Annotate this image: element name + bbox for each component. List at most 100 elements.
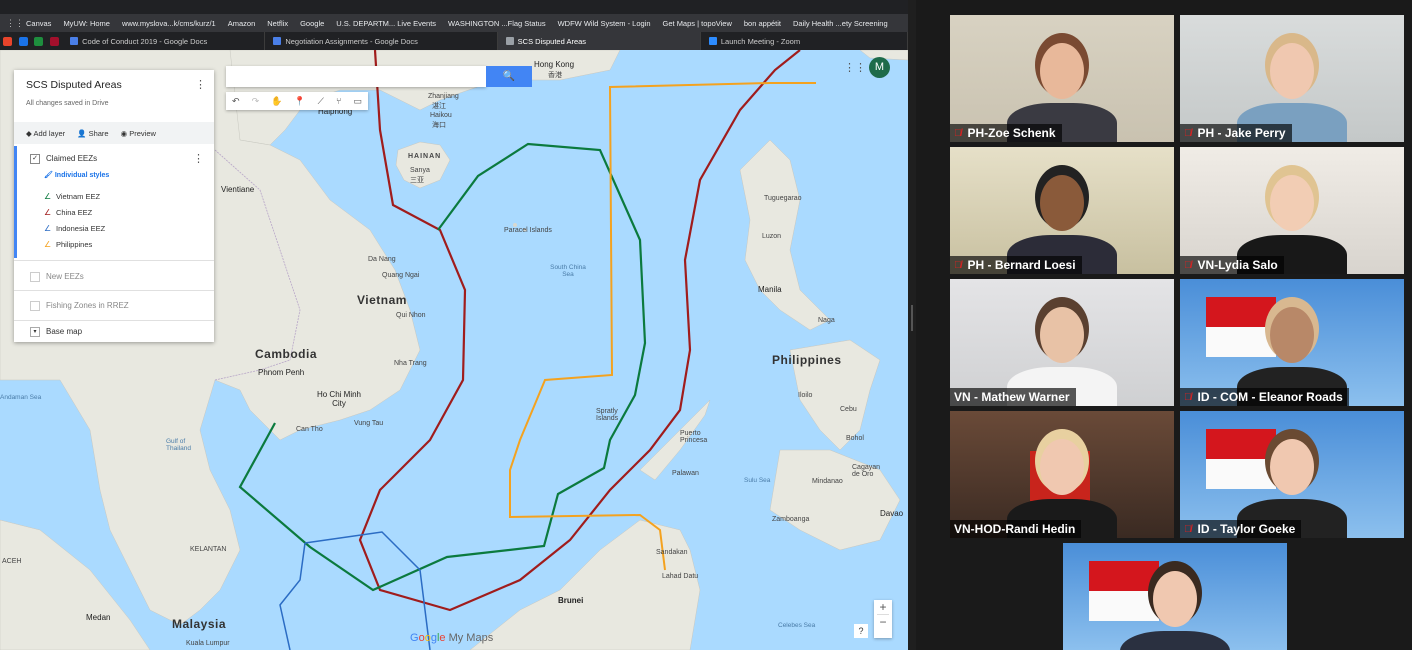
more-options-icon[interactable]: ⋮ bbox=[195, 78, 206, 91]
divider bbox=[14, 320, 214, 321]
label-spratly: Spratly Islands bbox=[596, 408, 619, 422]
apps-grid-icon[interactable]: ⋮⋮ bbox=[6, 18, 24, 29]
participant-name-label: VN - Mathew Warner bbox=[950, 388, 1076, 406]
preview-button[interactable]: ◉ Preview bbox=[121, 129, 156, 138]
participant-face bbox=[1270, 175, 1314, 231]
label-kelantan: KELANTAN bbox=[190, 546, 227, 553]
help-icon[interactable]: ? bbox=[854, 624, 868, 638]
browser-tab[interactable]: Launch Meeting - Zoom bbox=[701, 32, 908, 50]
bookmark-item[interactable]: www.myslova...k/cms/kurz/1 bbox=[116, 19, 222, 28]
participant-name-label: 🎙̸ ID - COM - Eleanor Roads bbox=[1180, 388, 1349, 406]
tab-strip: Code of Conduct 2019 - Google Docs Negoti… bbox=[0, 32, 908, 50]
browser-tab[interactable]: SCS Disputed Areas bbox=[497, 32, 701, 50]
ruler-icon[interactable]: ▭ bbox=[353, 96, 362, 107]
pinned-tab-4[interactable] bbox=[47, 32, 63, 50]
redo-icon[interactable]: ↷ bbox=[252, 96, 260, 107]
legend-label: Vietnam EEZ bbox=[56, 192, 101, 201]
legend-label: Indonesia EEZ bbox=[56, 224, 106, 233]
participant-tile[interactable]: 🎙̸ PH - Bernard Loesi bbox=[950, 147, 1174, 274]
line-style-icon: ∠ bbox=[44, 224, 52, 233]
browser-tab[interactable]: Code of Conduct 2019 - Google Docs bbox=[62, 32, 266, 50]
label-medan: Medan bbox=[86, 613, 111, 622]
bookmark-item[interactable]: Get Maps | topoView bbox=[657, 19, 738, 28]
bookmark-item[interactable]: bon appétit bbox=[738, 19, 787, 28]
browser-tab[interactable]: Negotiation Assignments - Google Docs bbox=[265, 32, 498, 50]
add-layer-button[interactable]: ◆ Add layer bbox=[26, 129, 65, 138]
hand-icon[interactable]: ✋ bbox=[271, 96, 282, 107]
zoom-in-button[interactable]: + bbox=[874, 600, 892, 614]
label-quang-ngai: Quang Ngai bbox=[382, 272, 420, 279]
marker-icon[interactable]: 📍 bbox=[294, 96, 305, 107]
label-da-nang: Da Nang bbox=[368, 256, 396, 263]
bookmark-item[interactable]: MyUW: Home bbox=[57, 19, 116, 28]
save-status: All changes saved in Drive bbox=[26, 100, 109, 107]
label-gulf-thailand: Gulf of Thailand bbox=[166, 438, 191, 452]
participant-tile[interactable]: 🎙̸ PH-Zoe Schenk bbox=[950, 15, 1174, 142]
bookmark-item[interactable]: WDFW Wild System - Login bbox=[552, 19, 657, 28]
participant-tile[interactable] bbox=[1063, 543, 1287, 650]
label-malaysia: Malaysia bbox=[172, 617, 227, 631]
google-my-maps-logo: Google My Maps bbox=[410, 632, 494, 644]
participant-tile[interactable]: ★VN-HOD-Randi Hedin bbox=[950, 411, 1174, 538]
pinned-tab-1[interactable] bbox=[0, 32, 16, 50]
mymaps-icon bbox=[505, 37, 514, 45]
bookmark-item[interactable]: Google bbox=[294, 19, 330, 28]
bookmark-item[interactable]: U.S. DEPARTM... Live Events bbox=[330, 19, 442, 28]
layer-new-eezs[interactable]: New EEZs bbox=[14, 272, 214, 282]
label-philippines: Philippines bbox=[772, 353, 842, 367]
label-sulu-sea: Sulu Sea bbox=[744, 477, 771, 484]
tab-label: Negotiation Assignments - Google Docs bbox=[285, 36, 418, 46]
muted-mic-icon: 🎙̸ bbox=[1184, 523, 1192, 535]
bookmark-item[interactable]: Canvas bbox=[20, 19, 57, 28]
layer-checkbox-checked[interactable]: ✓ bbox=[30, 154, 40, 164]
participant-tile[interactable]: 🎙̸ VN-Lydia Salo bbox=[1180, 147, 1404, 274]
layer-fishing-zones[interactable]: Fishing Zones in RREZ bbox=[14, 301, 214, 311]
share-button[interactable]: 👤 Share bbox=[77, 129, 108, 138]
label-ho-chi-minh: Ho Chi Minh City bbox=[316, 390, 361, 408]
legend-label: China EEZ bbox=[56, 208, 93, 217]
label-manila: Manila bbox=[758, 285, 782, 294]
label-sanya: Sanya bbox=[410, 167, 430, 174]
bookmark-item[interactable]: Netflix bbox=[261, 19, 294, 28]
bookmark-item[interactable]: Amazon bbox=[222, 19, 262, 28]
muted-mic-icon: 🎙̸ bbox=[954, 259, 962, 271]
label-zhanjiang: Zhanjiang bbox=[428, 93, 459, 100]
search-button[interactable]: 🔍 bbox=[486, 66, 532, 87]
layer-checkbox[interactable] bbox=[30, 301, 40, 311]
label-davao: Davao bbox=[880, 509, 904, 518]
undo-icon[interactable]: ↶ bbox=[232, 96, 240, 107]
pinned-tab-3[interactable] bbox=[31, 32, 47, 50]
legend-item-china[interactable]: ∠ China EEZ bbox=[44, 208, 92, 217]
pinned-tab-2[interactable] bbox=[16, 32, 32, 50]
expand-icon[interactable]: ▾ bbox=[30, 327, 40, 337]
map-toolbar: ↶ ↷ ✋ 📍 ⟋ ⑂ ▭ bbox=[226, 92, 368, 110]
layer-claimed-eezs[interactable]: ✓ Claimed EEZs ⋮ bbox=[14, 152, 214, 165]
zoom-out-button[interactable]: − bbox=[874, 615, 892, 629]
participant-face bbox=[1270, 307, 1314, 363]
directions-icon[interactable]: ⑂ bbox=[336, 96, 341, 106]
user-avatar[interactable]: M bbox=[869, 57, 890, 78]
layer-name: Claimed EEZs bbox=[46, 154, 98, 164]
label-luzon: Luzon bbox=[762, 233, 782, 240]
layer-name: New EEZs bbox=[46, 272, 84, 282]
layer-checkbox[interactable] bbox=[30, 272, 40, 282]
draw-line-icon[interactable]: ⟋ bbox=[318, 96, 324, 107]
label-bohol: Bohol bbox=[846, 435, 864, 442]
divider-grip[interactable] bbox=[911, 305, 913, 331]
map-title[interactable]: SCS Disputed Areas bbox=[26, 79, 122, 91]
participant-name-label: 🎙̸ VN-Lydia Salo bbox=[1180, 256, 1284, 274]
legend-item-vietnam[interactable]: ∠ Vietnam EEZ bbox=[44, 192, 100, 201]
bookmark-item[interactable]: WASHINGTON ...Flag Status bbox=[442, 19, 552, 28]
participant-tile[interactable]: 🎙̸ ID - COM - Eleanor Roads bbox=[1180, 279, 1404, 406]
participant-tile[interactable]: 🎙̸ PH - Jake Perry bbox=[1180, 15, 1404, 142]
layer-menu-icon[interactable]: ⋮ bbox=[193, 152, 204, 165]
bookmark-item[interactable]: Daily Health ...ety Screening bbox=[787, 19, 894, 28]
participant-tile[interactable]: 🎙̸ ID - Taylor Goeke bbox=[1180, 411, 1404, 538]
window-divider[interactable] bbox=[908, 0, 916, 650]
participant-tile[interactable]: VN - Mathew Warner bbox=[950, 279, 1174, 406]
base-map-toggle[interactable]: ▾ Base map bbox=[14, 327, 214, 337]
individual-styles-link[interactable]: 🖌 Individual styles bbox=[44, 171, 109, 179]
map-search-input[interactable] bbox=[226, 66, 486, 87]
legend-item-philippines[interactable]: ∠ Philippines bbox=[44, 240, 92, 249]
legend-item-indonesia[interactable]: ∠ Indonesia EEZ bbox=[44, 224, 105, 233]
